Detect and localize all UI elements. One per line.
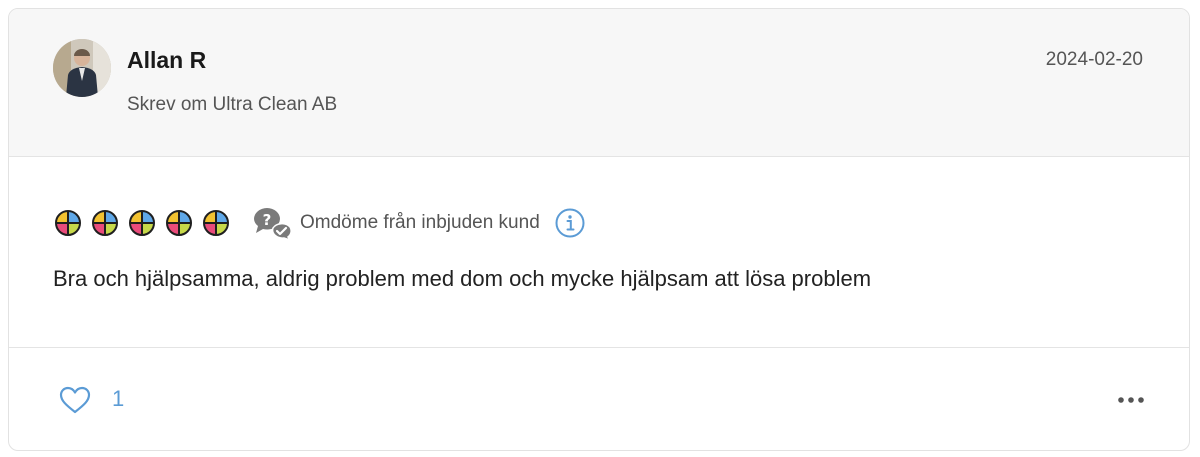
review-text: Bra och hjälpsamma, aldrig problem med d… <box>53 266 872 291</box>
rating-star-icon <box>55 210 81 236</box>
chat-bubbles-question-icon: ? <box>254 208 292 240</box>
rating-star-icon <box>129 210 155 236</box>
footer-divider <box>9 347 1189 348</box>
review-subtitle: Skrev om Ultra Clean AB <box>127 94 338 115</box>
avatar[interactable] <box>53 39 111 97</box>
info-circle-icon[interactable] <box>554 207 586 239</box>
rating-star-icon <box>203 210 229 236</box>
author-name[interactable]: Allan R <box>127 47 206 74</box>
heart-outline-icon[interactable] <box>59 385 91 415</box>
review-header: Allan R Skrev om Ultra Clean AB 2024-02-… <box>9 9 1189 157</box>
rating-row: ? Omdöme från inbjuden kund <box>53 207 586 240</box>
rating-stars <box>53 208 238 238</box>
ellipsis-icon[interactable] <box>1117 395 1145 405</box>
svg-text:?: ? <box>263 211 272 229</box>
review-card: Allan R Skrev om Ultra Clean AB 2024-02-… <box>8 8 1190 451</box>
rating-star-icon <box>92 210 118 236</box>
review-date: 2024-02-20 <box>1045 49 1143 70</box>
invited-customer-label: Omdöme från inbjuden kund <box>300 212 540 233</box>
like-count[interactable]: 1 <box>112 386 124 412</box>
rating-star-icon <box>166 210 192 236</box>
avatar-photo <box>53 39 111 97</box>
